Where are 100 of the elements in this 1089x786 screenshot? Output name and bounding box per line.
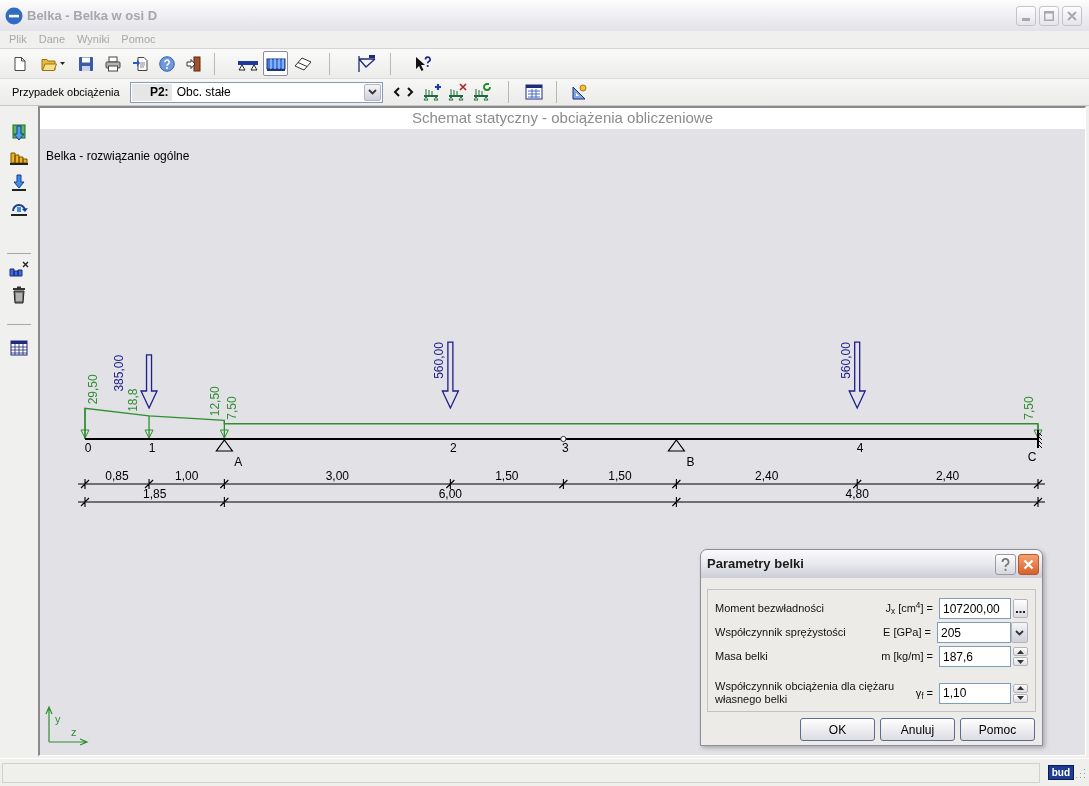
help-button[interactable] xyxy=(995,553,1016,575)
caret-icon xyxy=(1015,629,1024,636)
load-cross-icon xyxy=(447,83,468,101)
dropdown-field[interactable]: 205 xyxy=(937,622,1011,643)
company-logo: bud xyxy=(1047,765,1074,780)
dialog-title: Parametry belki xyxy=(707,555,804,574)
spin-up-button[interactable] xyxy=(1013,683,1028,693)
dimension-label: 6,00 xyxy=(438,487,463,501)
field-label: Współczynnik sprężystości xyxy=(715,625,847,641)
moment-diagram-icon xyxy=(357,54,377,73)
dialog-button[interactable]: Anuluj xyxy=(880,718,955,741)
load-refresh-icon xyxy=(472,83,493,101)
load-case-code: P2: xyxy=(131,83,172,101)
close-icon xyxy=(1067,10,1077,21)
load-plus-icon xyxy=(422,83,443,101)
node-label: 3 xyxy=(562,441,569,455)
input-field[interactable]: 187,6 xyxy=(939,646,1011,667)
caret-icon xyxy=(367,89,377,95)
dimension-label: 4,80 xyxy=(845,487,869,501)
pointer-question-icon xyxy=(414,54,432,73)
node-label: 0 xyxy=(84,441,92,455)
table-icon xyxy=(10,340,28,356)
caret-icon xyxy=(60,62,65,65)
distributed-load-icon xyxy=(9,149,29,167)
chevron-right-icon xyxy=(407,87,415,97)
point-load-icon xyxy=(10,174,28,192)
dialog-button[interactable]: OK xyxy=(800,718,875,741)
support-label: A xyxy=(234,455,243,469)
pin-support-icon xyxy=(215,438,234,452)
load-case-name: Obc. stałe xyxy=(176,84,231,101)
dimension-label: 1,50 xyxy=(495,469,519,483)
close-button[interactable] xyxy=(1018,553,1039,575)
spin-down-button[interactable] xyxy=(1013,657,1028,666)
pin-support-icon xyxy=(667,438,686,452)
bars-cross-icon xyxy=(9,260,29,278)
field-symbol: J$_{x}$ [cm$^{4}$] = xyxy=(885,600,933,617)
dialog-button[interactable]: Pomoc xyxy=(960,718,1035,741)
minimize-icon xyxy=(1022,17,1030,21)
load-arrow-icon xyxy=(10,124,28,142)
point-load-label: 560,00 xyxy=(839,342,854,379)
close-icon xyxy=(1023,558,1034,570)
canvas-title: Schemat statyczny - obciążenia obliczeniowe xyxy=(412,108,713,129)
table-window-icon xyxy=(524,84,543,100)
dropdown-button[interactable] xyxy=(1011,622,1028,643)
node-label: 1 xyxy=(148,441,156,455)
field-symbol: E [GPa] = xyxy=(883,625,931,641)
load-value-label: 29,50 xyxy=(86,374,100,405)
point-load-label: 385,00 xyxy=(112,354,127,392)
up-triangle-icon xyxy=(1017,649,1024,654)
document-icon xyxy=(12,55,28,72)
fixed-support-icon xyxy=(1037,429,1043,449)
node-label: 4 xyxy=(856,441,864,455)
door-arrow-icon xyxy=(186,55,202,72)
down-triangle-icon xyxy=(1017,659,1024,664)
view-toggle-button[interactable] xyxy=(263,51,288,76)
dimension-label: 2,40 xyxy=(935,469,960,483)
dimension-label: 3,00 xyxy=(325,469,350,483)
help-icon xyxy=(159,55,175,72)
axis-label: y xyxy=(55,713,61,725)
axis-label: z xyxy=(71,726,77,738)
dimension-label: 1,85 xyxy=(143,487,167,501)
input-field[interactable]: 1,10 xyxy=(939,682,1011,704)
spin-up-button[interactable] xyxy=(1013,647,1028,656)
eraser-icon xyxy=(294,55,312,72)
point-load-label: 560,00 xyxy=(432,342,447,379)
app-icon xyxy=(5,6,23,25)
load-case-label: Przypadek obciążenia xyxy=(12,84,120,100)
down-triangle-icon xyxy=(1017,696,1024,700)
field-label: Masa belki xyxy=(715,649,769,665)
support-label: C xyxy=(1027,450,1037,464)
load-case-dropdown[interactable]: P2: Obc. stałe xyxy=(129,81,383,103)
spin-down-button[interactable] xyxy=(1013,693,1028,703)
dimension-label: 1,00 xyxy=(175,469,199,483)
point-load-arrow xyxy=(140,354,159,410)
diagram-subtitle: Belka - rozwiązanie ogólne xyxy=(46,148,190,165)
browse-button[interactable] xyxy=(1013,599,1028,618)
maximize-icon xyxy=(1044,10,1054,21)
node-label: 2 xyxy=(450,441,457,455)
trash-icon xyxy=(11,286,27,304)
dimension-label: 1,50 xyxy=(608,469,632,483)
window-title: Belka - Belka w osi D xyxy=(27,6,158,25)
field-label: Współczynnik obciążenia dla ciężaru własnego belki xyxy=(715,680,896,706)
load-value-label: 18,8 xyxy=(126,388,141,412)
input-field[interactable]: 107200,00 xyxy=(939,598,1011,619)
dimension-label: 0,85 xyxy=(105,469,129,483)
field-symbol: m [kg/m] = xyxy=(881,649,933,665)
load-value-label: 12,50 xyxy=(208,386,223,417)
dimension-label: 2,40 xyxy=(755,469,779,483)
printer-icon xyxy=(105,55,121,72)
dropdown-button[interactable] xyxy=(363,83,381,101)
chevron-left-icon xyxy=(393,87,401,97)
resize-grip-icon xyxy=(1074,766,1086,779)
up-triangle-icon xyxy=(1017,686,1024,690)
hinge-icon xyxy=(560,435,567,443)
distributed-load-icon xyxy=(265,55,286,72)
load-value-label: 7,50 xyxy=(225,396,240,420)
question-mark-icon xyxy=(1001,557,1010,571)
field-label: Moment bezwładności xyxy=(715,601,825,617)
load-value-label: 7,50 xyxy=(1022,396,1036,420)
axis-arrows xyxy=(45,705,89,746)
